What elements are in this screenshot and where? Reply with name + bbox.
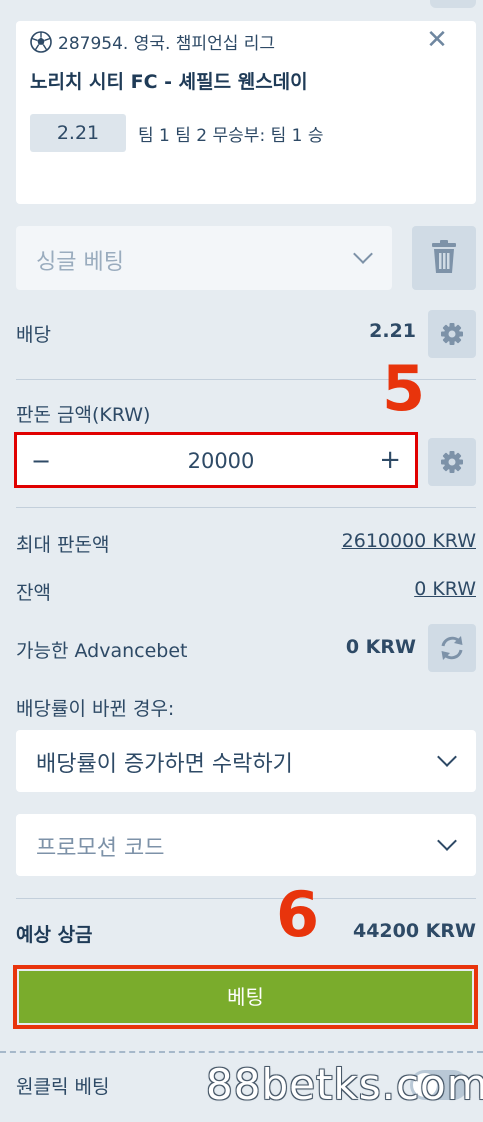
league-line: 287954. 영국. 챔피언십 리그: [30, 29, 275, 54]
chevron-down-icon: [437, 831, 457, 851]
stake-label: 판돈 금액(KRW): [16, 404, 151, 426]
advancebet-label: 가능한 Advancebet: [16, 640, 188, 662]
potential-win-label: 예상 상금: [16, 924, 93, 946]
gear-icon: [441, 451, 463, 473]
chevron-down-icon: [353, 244, 373, 264]
stake-input[interactable]: [77, 443, 365, 479]
selection-odd: 2.21: [30, 114, 126, 152]
odds-change-selected: 배당률이 증가하면 수락하기: [36, 752, 293, 777]
odds-change-label: 배당률이 바뀐 경우:: [16, 698, 175, 720]
divider: [16, 507, 476, 508]
balance-link[interactable]: 0 KRW: [336, 578, 476, 600]
decrease-stake-button[interactable]: −: [31, 447, 51, 475]
max-stake-link[interactable]: 2610000 KRW: [276, 530, 476, 552]
odds-settings-button[interactable]: [428, 310, 476, 358]
balance-label: 잔액: [16, 582, 51, 604]
odds-label: 배당: [16, 324, 51, 346]
step-5-annotation: 5: [382, 352, 426, 425]
watermark: 88betks.com: [206, 1060, 483, 1109]
league-name: 287954. 영국. 챔피언십 리그: [58, 34, 276, 54]
odds-change-select[interactable]: 배당률이 증가하면 수락하기: [16, 730, 476, 792]
odds-value: 2.21: [369, 320, 416, 342]
match-title: 노리치 시티 FC - 셰필드 웬스데이: [30, 71, 308, 93]
divider: [16, 898, 476, 899]
stake-settings-button[interactable]: [428, 438, 476, 486]
chevron-down-icon: [437, 747, 457, 767]
trash-icon: [432, 240, 456, 273]
refresh-advancebet-button[interactable]: [428, 624, 476, 672]
potential-win-value: 44200 KRW: [352, 920, 476, 942]
selection-outcome: 팀 1 팀 2 무승부: 팀 1 승: [138, 126, 324, 146]
max-stake-label: 최대 판돈액: [16, 534, 110, 556]
promo-code-select[interactable]: 프로모션 코드: [16, 814, 476, 876]
place-bet-button[interactable]: 베팅: [19, 971, 472, 1023]
promo-code-placeholder: 프로모션 코드: [36, 836, 165, 861]
bet-type-select[interactable]: 싱글 베팅: [16, 226, 392, 290]
delete-bet-button[interactable]: [412, 226, 476, 290]
dashed-divider: [0, 1051, 483, 1053]
soccer-ball-icon: [30, 30, 52, 53]
gear-icon: [441, 323, 463, 345]
increase-stake-button[interactable]: +: [379, 445, 401, 475]
refresh-icon: [441, 636, 463, 660]
scroll-stub: [430, 0, 476, 8]
bet-type-label: 싱글 베팅: [36, 250, 124, 275]
close-icon[interactable]: ✕: [424, 27, 450, 53]
advancebet-value: 0 KRW: [345, 636, 416, 658]
stake-field: − +: [14, 432, 418, 488]
one-click-bet-label: 원클릭 베팅: [16, 1076, 110, 1098]
